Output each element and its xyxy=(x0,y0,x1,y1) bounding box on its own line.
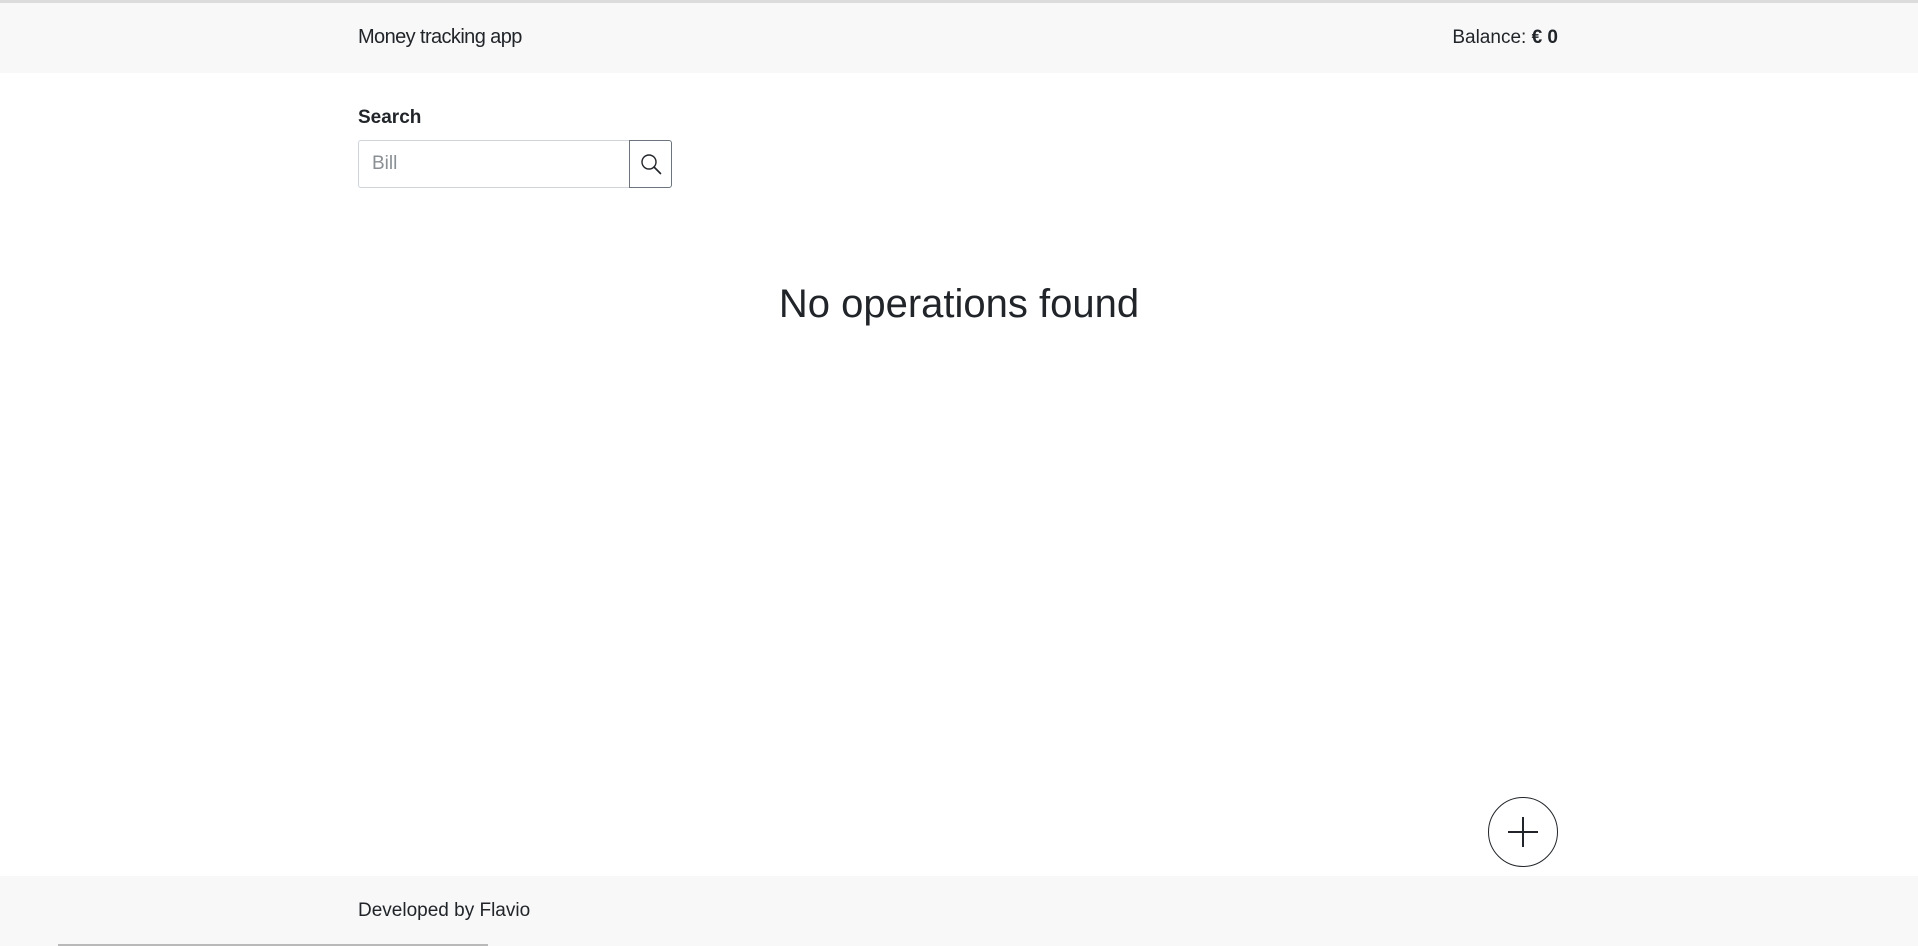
navbar: Money tracking app Balance: € 0 xyxy=(0,3,1918,73)
add-operation-button[interactable] xyxy=(1488,797,1558,867)
search-label: Search xyxy=(358,107,422,128)
footer: Developed by Flavio xyxy=(0,876,1918,946)
balance-value: € 0 xyxy=(1531,27,1558,48)
balance: Balance: € 0 xyxy=(1452,27,1558,49)
app-title[interactable]: Money tracking app xyxy=(358,26,522,49)
search-input[interactable] xyxy=(358,140,629,188)
plus-icon xyxy=(1506,815,1540,849)
search-icon xyxy=(640,153,662,175)
balance-label: Balance: xyxy=(1452,27,1527,48)
search-button[interactable] xyxy=(629,140,672,188)
page: Money tracking app Balance: € 0 Search N… xyxy=(0,0,1918,946)
footer-credit: Developed by Flavio xyxy=(358,900,531,921)
search-group xyxy=(358,140,672,188)
empty-operations-message: No operations found xyxy=(778,282,1140,326)
